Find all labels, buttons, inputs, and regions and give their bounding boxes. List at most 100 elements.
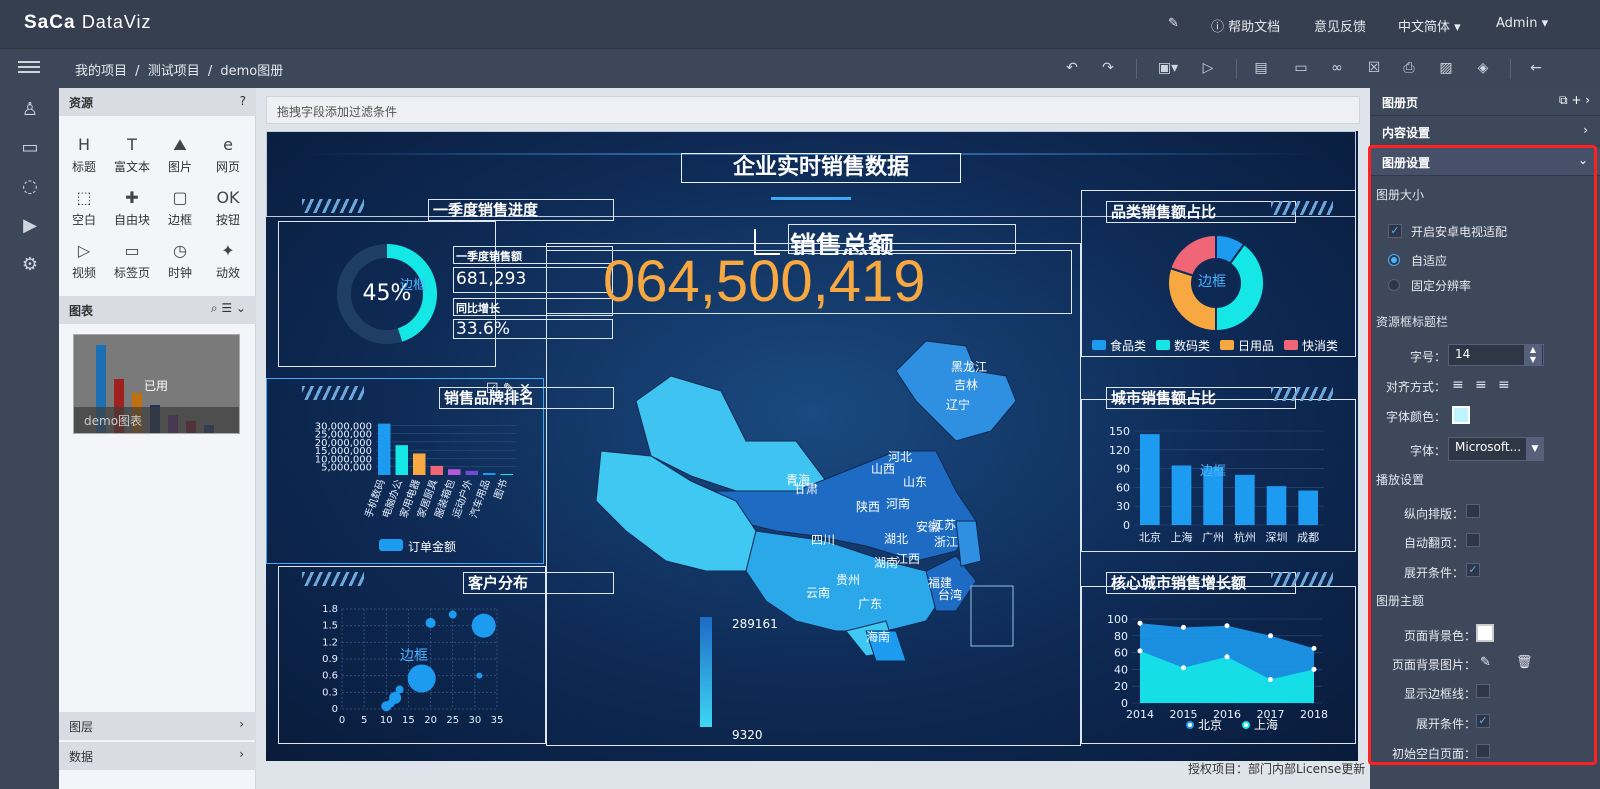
resource-label: 边框 [167, 213, 192, 227]
y-tick-label: 120 [1109, 444, 1130, 457]
play-icon[interactable]: ▷ [1198, 58, 1218, 78]
user-icon[interactable]: ♙ [18, 98, 42, 122]
resource-title[interactable]: H 标题 [61, 134, 107, 175]
resource-button[interactable]: OK 按钮 [205, 187, 251, 228]
help-link[interactable]: ⓘ 帮助文档 [1211, 16, 1280, 35]
clock-icon: ◷ [173, 241, 187, 260]
resource-image[interactable]: ⛰ 图片 [157, 134, 203, 175]
legend-item: 快消类 [1284, 337, 1338, 354]
bar [483, 473, 496, 475]
edit-icon[interactable]: ✎ [1168, 16, 1179, 31]
data-panel-header[interactable]: 数据 › [59, 742, 256, 770]
page-actions-icons[interactable]: ⧉ + › [1559, 93, 1590, 108]
resource-border[interactable]: ▢ 边框 [157, 187, 203, 228]
breadcrumb-my-projects[interactable]: 我的项目 [75, 64, 127, 79]
x-tick-label: 30 [468, 715, 481, 726]
brand-bar-chart: 30,000,00025,000,00020,000,00015,000,000… [315, 421, 516, 520]
title-icon: H [77, 135, 91, 154]
feedback-link[interactable]: 意见反馈 [1314, 16, 1366, 35]
user-menu[interactable]: Admin ▾ [1496, 16, 1548, 31]
settings-gear-icon[interactable]: ⚙ [18, 253, 42, 277]
y-tick-label: 5,000,000 [321, 463, 372, 474]
play-circle-icon[interactable]: ▶ [18, 214, 42, 238]
chart-thumbnail[interactable]: 已用 demo图表 [73, 334, 240, 434]
chevron-right-icon: › [1583, 123, 1588, 137]
scatter-point [389, 691, 402, 704]
province-label: 黑龙江 [951, 360, 987, 374]
license-info: 授权项目：部门内部License更新 [1188, 762, 1366, 776]
province-label: 海南 [866, 629, 890, 644]
resource-webpage[interactable]: e 网页 [205, 134, 251, 175]
undo-icon[interactable]: ↶ [1062, 58, 1082, 78]
category-legend: 食品类 数码类 日用品 快消类 [1092, 337, 1352, 353]
widget-action-icons[interactable]: ☑ ✎ ✕ [486, 381, 531, 397]
data-point [1137, 620, 1143, 626]
document-icon[interactable]: ▤ [1251, 58, 1271, 78]
panel-stripes [1271, 572, 1333, 586]
resource-panel: 资源? H 标题 T 富文本 ⛰ 图片 e 网页 ⬚ 空白 ✚ 自由块 ▢ 边框 OK 按钮 ▷ 视频 ▭ 标签页 ◷ 时… [59, 88, 256, 789]
image-icon[interactable]: ▨ [1436, 58, 1456, 78]
link-icon[interactable]: ∞ [1327, 58, 1347, 78]
chart-tools-icons[interactable]: ⌕ ☰ ⌄ [211, 301, 246, 316]
scatter-point [425, 617, 436, 628]
excel-icon[interactable]: ☒ [1364, 58, 1384, 78]
resource-blank[interactable]: ⬚ 空白 [61, 187, 107, 228]
x-tick-label: 20 [424, 715, 437, 726]
q1-growth-label: 同比增长 [456, 302, 500, 315]
layers-panel-header[interactable]: 图层 › [59, 712, 256, 740]
bar [378, 423, 391, 475]
resource-label: 图片 [167, 160, 192, 174]
pdf-icon[interactable]: ⎙ [1399, 58, 1419, 78]
scatter-point [407, 664, 436, 693]
panel-stripes [1271, 201, 1333, 215]
resource-clock[interactable]: ◷ 时钟 [157, 240, 203, 281]
y-tick-label: 1.8 [322, 604, 338, 615]
province-label: 云南 [806, 585, 830, 600]
redo-icon[interactable]: ↷ [1098, 58, 1118, 78]
resource-effects[interactable]: ✦ 动效 [205, 240, 251, 281]
resource-richtext[interactable]: T 富文本 [109, 134, 155, 175]
legend-item: 北京 [1186, 716, 1222, 733]
y-tick-label: 0 [1123, 519, 1130, 532]
scatter-point [471, 613, 496, 638]
x-tick-label: 深圳 [1266, 531, 1288, 544]
language-select[interactable]: 中文简体 ▾ [1398, 16, 1461, 35]
app-logo[interactable]: SaCa DataViz [24, 12, 152, 34]
monitor-icon[interactable]: ▭ [18, 136, 42, 160]
bar [465, 470, 478, 475]
canvas-area: 拖拽字段添加过滤条件 企业实时销售数据 一季度销售进度 45% 边框 一季度销售… [256, 88, 1370, 789]
scatter-point [476, 672, 483, 679]
data-point [1311, 645, 1317, 651]
breadcrumb-test-project[interactable]: 测试项目 [148, 64, 200, 79]
loading-icon[interactable]: ◌ [18, 175, 42, 199]
legend-item: 上海 [1242, 716, 1278, 733]
tag-icon[interactable]: ◈ [1473, 58, 1493, 78]
save-icon[interactable]: ▣▾ [1152, 58, 1184, 78]
province-label: 河南 [886, 496, 910, 511]
back-arrow-icon[interactable]: ← [1526, 58, 1546, 78]
y-tick-label: 60 [1114, 647, 1128, 660]
resource-video[interactable]: ▷ 视频 [61, 240, 107, 281]
help-circle-icon[interactable]: ? [240, 94, 246, 108]
resource-freeblock[interactable]: ✚ 自由块 [109, 187, 155, 228]
filter-drop-zone[interactable]: 拖拽字段添加过滤条件 [266, 96, 1360, 124]
section-album-pages[interactable]: 图册页 ⧉ + › [1370, 88, 1600, 116]
y-tick-label: 30 [1116, 500, 1130, 513]
toolbar: 我的项目 / 测试项目 / demo图册 ↶ ↷ ▣▾ ▷ ▤ ▭ ∞ ☒ ⎙ … [0, 48, 1600, 88]
resource-tabs[interactable]: ▭ 标签页 [109, 240, 155, 281]
hamburger-menu-icon[interactable] [18, 58, 40, 76]
province-label: 吉林 [954, 378, 978, 392]
x-tick-label: 35 [491, 715, 504, 726]
scatter-point [395, 685, 404, 694]
dashboard-canvas[interactable]: 企业实时销售数据 一季度销售进度 45% 边框 一季度销售额 681,293 同… [266, 131, 1358, 761]
resource-label: 标题 [71, 160, 96, 174]
data-point [1268, 676, 1273, 682]
richtext-icon: T [127, 135, 137, 154]
section-content-settings[interactable]: 内容设置 › [1370, 118, 1600, 146]
province-label: 山东 [903, 475, 927, 489]
x-tick-label: 10 [380, 715, 393, 726]
card-icon[interactable]: ▭ [1291, 58, 1311, 78]
brand-legend: 订单金额 [408, 540, 457, 554]
y-tick-label: 60 [1116, 481, 1130, 494]
x-tick-label: 杭州 [1234, 530, 1256, 544]
